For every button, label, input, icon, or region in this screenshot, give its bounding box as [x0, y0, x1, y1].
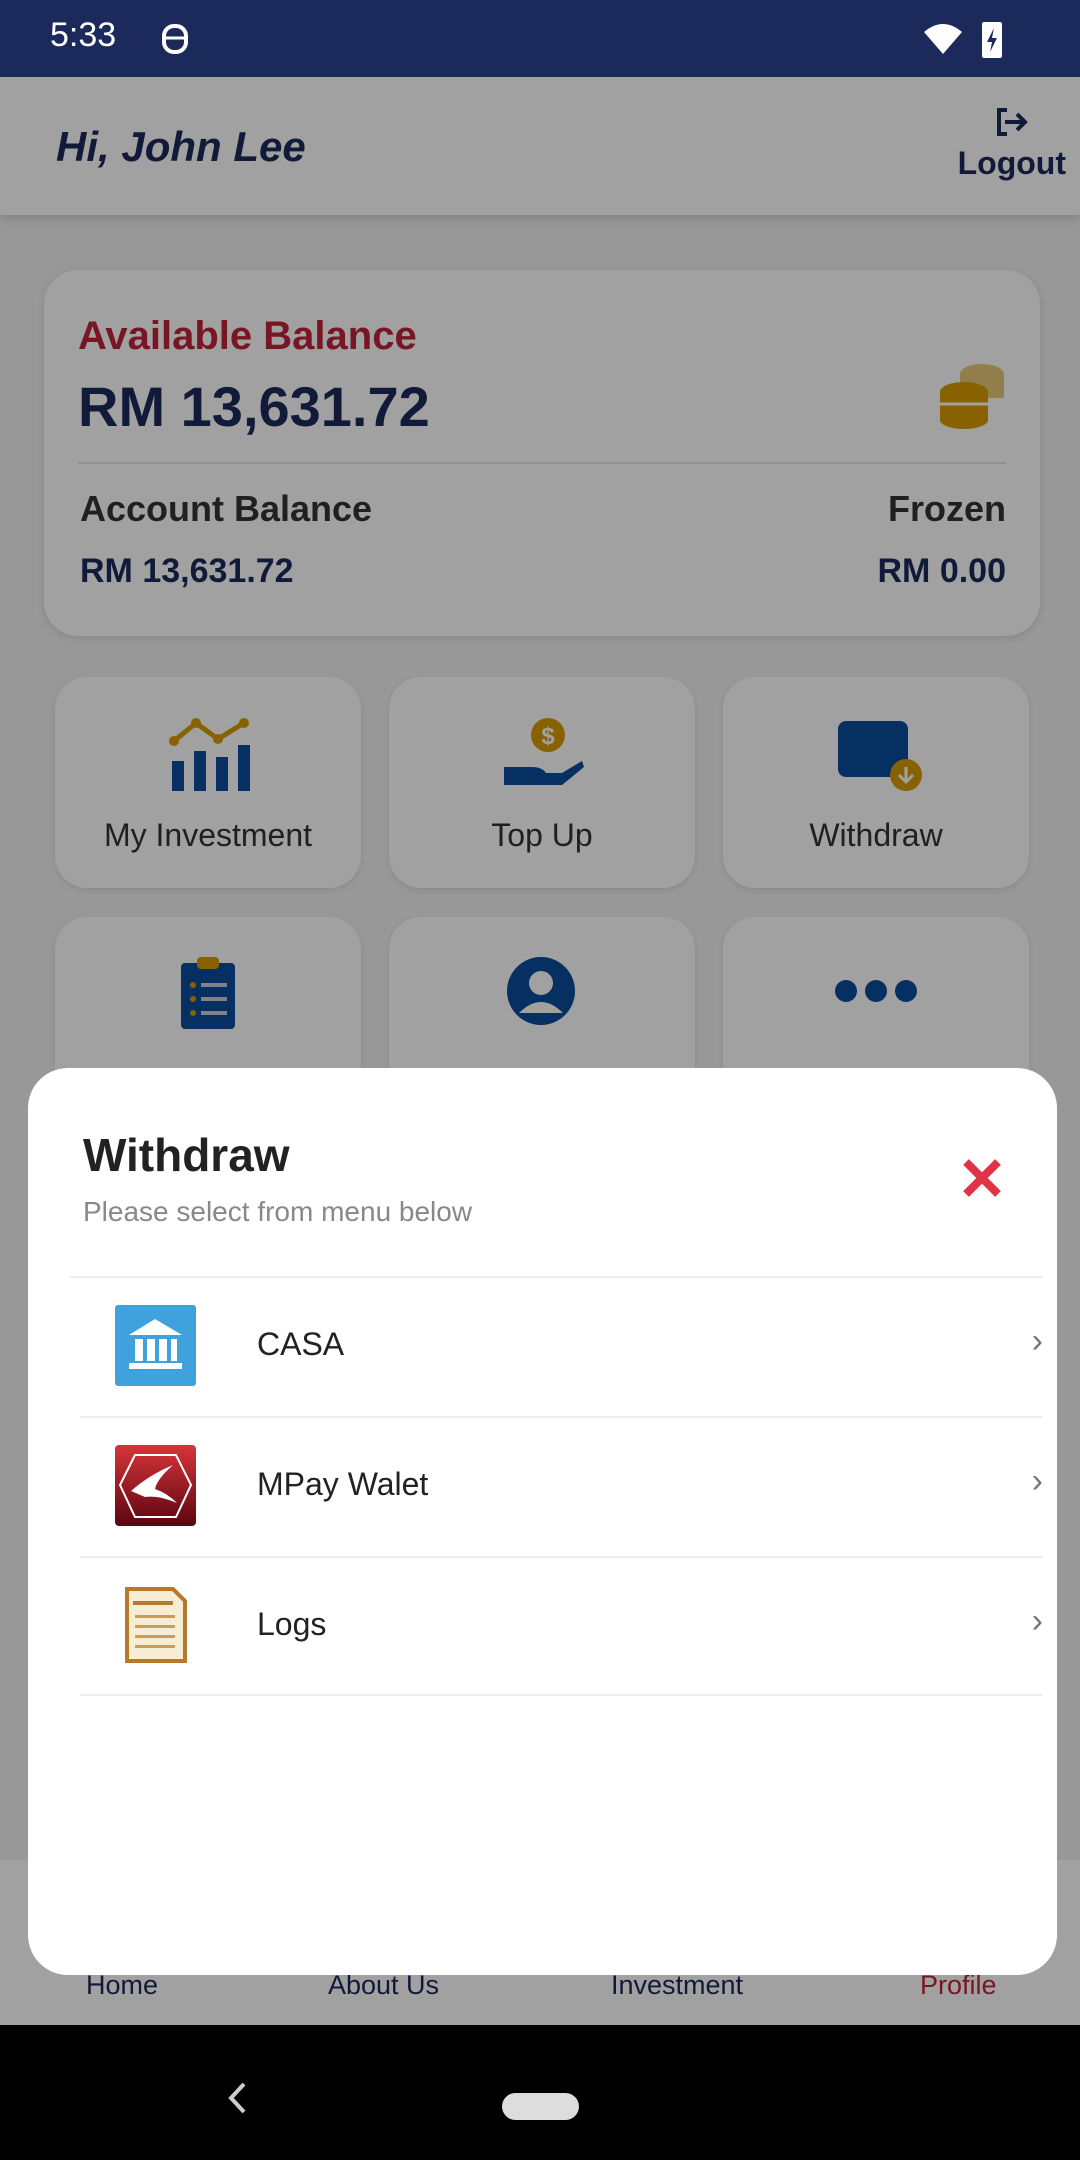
- list-item-logs[interactable]: Logs ›: [80, 1556, 1043, 1696]
- home-pill[interactable]: [502, 2093, 579, 2120]
- item-label: CASA: [257, 1326, 345, 1362]
- close-icon[interactable]: [962, 1158, 1002, 1198]
- item-label: MPay Walet: [257, 1466, 429, 1502]
- bank-icon: [115, 1305, 196, 1386]
- withdraw-sheet: Withdraw Please select from menu below C…: [28, 1068, 1057, 1975]
- chevron-right-icon: ›: [1031, 1602, 1043, 1640]
- mpay-logo-icon: [115, 1445, 196, 1526]
- chevron-right-icon: ›: [1031, 1322, 1043, 1360]
- sheet-subtitle: Please select from menu below: [83, 1196, 473, 1227]
- back-icon[interactable]: [226, 2081, 248, 2115]
- battery-charging-icon: [982, 22, 1002, 58]
- item-label: Logs: [257, 1606, 327, 1642]
- status-time: 5:33: [50, 16, 117, 54]
- android-debug-icon: [162, 24, 188, 54]
- notepad-icon: [125, 1587, 187, 1663]
- status-bar: 5:33: [0, 0, 1080, 77]
- chevron-right-icon: ›: [1031, 1462, 1043, 1500]
- list-item-mpay-walet[interactable]: MPay Walet ›: [80, 1416, 1043, 1556]
- list-item-casa[interactable]: CASA ›: [70, 1276, 1043, 1416]
- sheet-title: Withdraw: [83, 1129, 290, 1181]
- wifi-icon: [924, 24, 962, 54]
- system-nav-bar: [0, 2025, 1080, 2160]
